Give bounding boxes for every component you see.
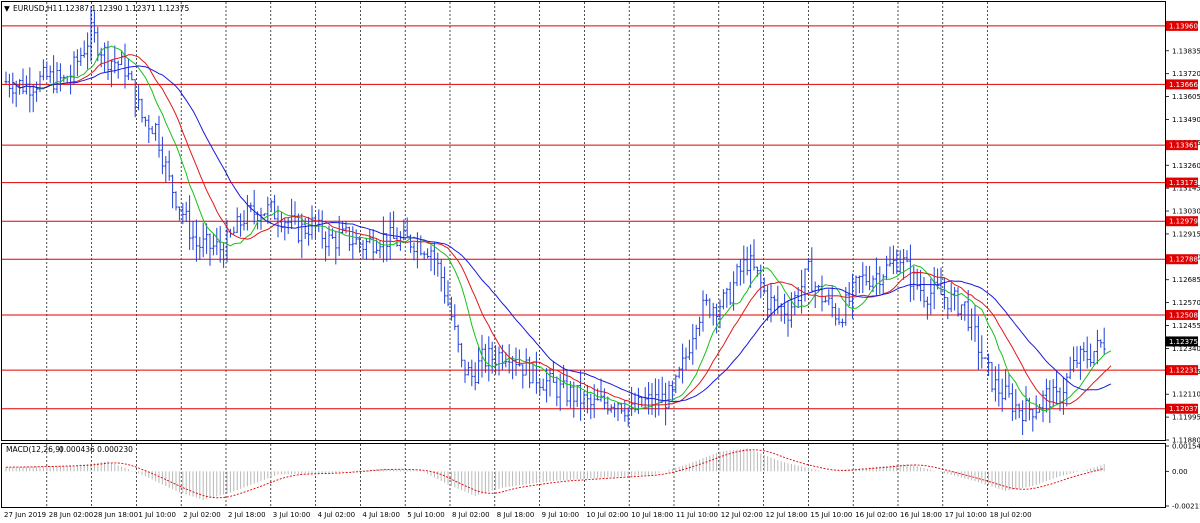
macd-values: 0.000436 0.000230	[59, 445, 133, 454]
time-label: 16 Jul 18:00	[900, 511, 942, 519]
level-tag-label: 1.13960	[1169, 22, 1198, 30]
price-tick-label: 1.13260	[1172, 162, 1200, 170]
price-tick-label: 1.13605	[1172, 93, 1200, 101]
time-label: 8 Jul 02:00	[452, 511, 490, 519]
time-label: 15 Jul 10:00	[810, 511, 852, 519]
price-tick-label: 1.12915	[1172, 230, 1200, 238]
price-tick-label: 1.13720	[1172, 70, 1200, 78]
time-label: 17 Jul 10:00	[945, 511, 987, 519]
macd-tick-label: 0.00	[1172, 468, 1188, 476]
time-label: 10 Jul 18:00	[631, 511, 673, 519]
time-label: 8 Jul 18:00	[497, 511, 535, 519]
time-label: 28 Jun 02:00	[49, 511, 93, 519]
time-axis-labels: 27 Jun 2019 28 Jun 02:00 28 Jun 18:00 1 Jul…	[4, 511, 1032, 519]
trading-chart[interactable]: 27 Jun 2019 28 Jun 02:00 28 Jun 18:00 1 Jul…	[0, 0, 1200, 523]
time-label: 2 Jul 02:00	[183, 511, 221, 519]
time-label: 4 Jul 18:00	[362, 511, 400, 519]
time-label: 9 Jul 10:00	[542, 511, 580, 519]
price-tick-label: 1.11995	[1172, 414, 1200, 422]
price-tick-label: 1.12685	[1172, 276, 1200, 284]
time-label: 12 Jul 02:00	[721, 511, 763, 519]
macd-label: MACD(12,26,9)	[6, 445, 63, 454]
macd-tick-label: -0.002114	[1172, 503, 1200, 511]
level-tag-label: 1.13173	[1169, 179, 1198, 187]
symbol-label: EURUSD,H1	[13, 4, 57, 13]
time-label: 16 Jul 02:00	[855, 511, 897, 519]
time-label: 12 Jul 18:00	[766, 511, 808, 519]
collapse-arrow-icon[interactable]: ▼	[4, 4, 10, 13]
time-label: 1 Jul 10:00	[138, 511, 176, 519]
time-label: 11 Jul 10:00	[676, 511, 718, 519]
level-tag-label: 1.12788	[1169, 256, 1198, 264]
time-label: 2 Jul 18:00	[228, 511, 266, 519]
time-label: 18 Jul 02:00	[990, 511, 1032, 519]
price-tick-label: 1.13835	[1172, 47, 1200, 55]
level-tag-label: 1.13361	[1169, 142, 1198, 150]
current-price-label: 1.12375	[1169, 338, 1198, 346]
price-tick-label: 1.13030	[1172, 208, 1200, 216]
price-tick-label: 1.13490	[1172, 116, 1200, 124]
price-axis-ticks: 1.138351.137201.136051.134901.133751.132…	[1165, 47, 1200, 445]
time-label: 27 Jun 2019	[4, 511, 46, 519]
level-tag-label: 1.13666	[1169, 81, 1198, 89]
level-tag-label: 1.12037	[1169, 405, 1198, 413]
level-tag-label: 1.12508	[1169, 311, 1198, 319]
price-tick-label: 1.12455	[1172, 322, 1200, 330]
time-label: 4 Jul 02:00	[318, 511, 356, 519]
price-tick-label: 1.12570	[1172, 299, 1200, 307]
macd-tick-label: 0.001544	[1172, 443, 1200, 451]
time-label: 10 Jul 02:00	[586, 511, 628, 519]
level-tag-label: 1.12231	[1169, 367, 1198, 375]
ohlc-values: 1.12387 1.12390 1.12371 1.12375	[58, 4, 189, 13]
level-tag-label: 1.12979	[1169, 218, 1198, 226]
time-label: 3 Jul 10:00	[273, 511, 311, 519]
time-label: 5 Jul 10:00	[407, 511, 445, 519]
price-tick-label: 1.12110	[1172, 391, 1200, 399]
time-label: 28 Jun 18:00	[94, 511, 138, 519]
